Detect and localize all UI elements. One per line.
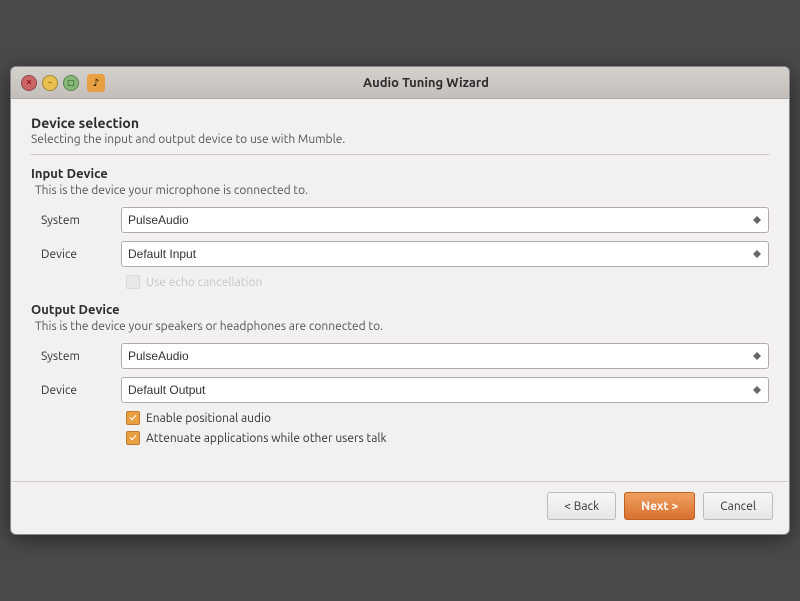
output-device-select[interactable]: Default Output bbox=[121, 377, 769, 403]
attenuate-label: Attenuate applications while other users… bbox=[146, 432, 387, 445]
input-section-title: Input Device bbox=[31, 167, 769, 181]
next-button[interactable]: Next > bbox=[624, 492, 695, 520]
window-title: Audio Tuning Wizard bbox=[113, 76, 739, 90]
echo-cancellation-label: Use echo cancellation bbox=[146, 276, 262, 289]
output-device-select-wrapper: Default Output bbox=[121, 377, 769, 403]
positional-audio-checkmark: ✓ bbox=[129, 413, 136, 423]
echo-cancellation-checkbox[interactable] bbox=[126, 275, 140, 289]
minimize-button[interactable]: – bbox=[42, 75, 58, 91]
output-system-select[interactable]: PulseAudio bbox=[121, 343, 769, 369]
output-system-label: System bbox=[41, 350, 121, 363]
input-device-select-wrapper: Default Input bbox=[121, 241, 769, 267]
dialog-window: ✕ – □ ♪ Audio Tuning Wizard Device selec… bbox=[10, 66, 790, 535]
close-button[interactable]: ✕ bbox=[21, 75, 37, 91]
input-system-select-wrapper: PulseAudio bbox=[121, 207, 769, 233]
output-device-section: Output Device This is the device your sp… bbox=[31, 303, 769, 445]
dialog-footer: < Back Next > Cancel bbox=[11, 481, 789, 534]
output-section-title: Output Device bbox=[31, 303, 769, 317]
cancel-button[interactable]: Cancel bbox=[703, 492, 773, 520]
output-system-select-wrapper: PulseAudio bbox=[121, 343, 769, 369]
echo-cancellation-row: Use echo cancellation bbox=[126, 275, 769, 289]
input-device-select[interactable]: Default Input bbox=[121, 241, 769, 267]
titlebar: ✕ – □ ♪ Audio Tuning Wizard bbox=[11, 67, 789, 99]
main-content: Device selection Selecting the input and… bbox=[11, 99, 789, 471]
input-device-row: Device Default Input bbox=[41, 241, 769, 267]
page-title: Device selection bbox=[31, 115, 769, 131]
attenuate-checkmark: ✓ bbox=[129, 433, 136, 443]
page-header: Device selection Selecting the input and… bbox=[31, 115, 769, 146]
titlebar-buttons: ✕ – □ bbox=[21, 75, 79, 91]
output-device-label: Device bbox=[41, 384, 121, 397]
positional-audio-checkbox[interactable]: ✓ bbox=[126, 411, 140, 425]
input-device-section: Input Device This is the device your mic… bbox=[31, 167, 769, 289]
positional-audio-row: ✓ Enable positional audio bbox=[126, 411, 769, 425]
input-system-label: System bbox=[41, 214, 121, 227]
minimize-icon: – bbox=[48, 78, 52, 87]
input-section-desc: This is the device your microphone is co… bbox=[35, 184, 769, 197]
input-device-label: Device bbox=[41, 248, 121, 261]
page-subtitle: Selecting the input and output device to… bbox=[31, 133, 769, 146]
back-button[interactable]: < Back bbox=[547, 492, 616, 520]
attenuate-row: ✓ Attenuate applications while other use… bbox=[126, 431, 769, 445]
output-system-row: System PulseAudio bbox=[41, 343, 769, 369]
audio-icon: ♪ bbox=[93, 77, 99, 89]
input-system-row: System PulseAudio bbox=[41, 207, 769, 233]
maximize-icon: □ bbox=[67, 78, 75, 87]
app-icon: ♪ bbox=[87, 74, 105, 92]
output-device-row: Device Default Output bbox=[41, 377, 769, 403]
positional-audio-label: Enable positional audio bbox=[146, 412, 271, 425]
attenuate-checkbox[interactable]: ✓ bbox=[126, 431, 140, 445]
header-divider bbox=[31, 154, 769, 155]
output-section-desc: This is the device your speakers or head… bbox=[35, 320, 769, 333]
maximize-button[interactable]: □ bbox=[63, 75, 79, 91]
close-icon: ✕ bbox=[26, 78, 33, 87]
input-system-select[interactable]: PulseAudio bbox=[121, 207, 769, 233]
